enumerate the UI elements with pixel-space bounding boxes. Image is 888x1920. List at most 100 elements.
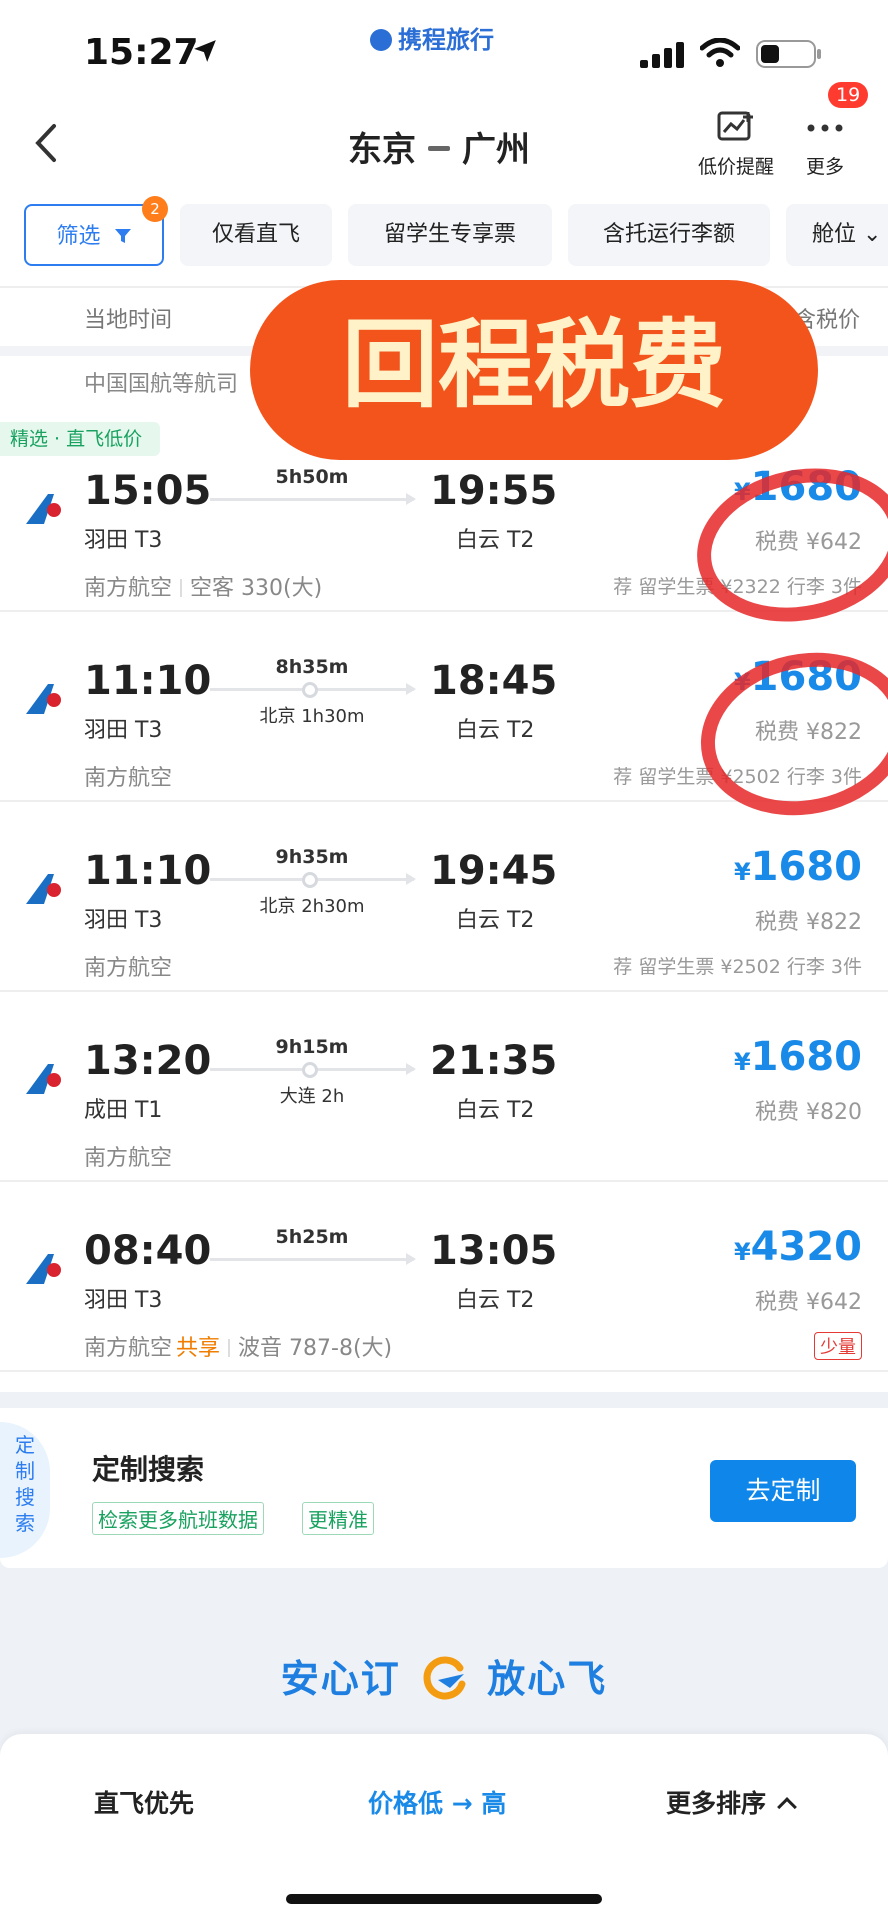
fare-price: ¥1680 <box>733 1034 862 1080</box>
more-button[interactable]: 更多 <box>790 110 860 179</box>
arrival-airport: 白云 T2 <box>456 718 535 743</box>
destination-city: 广州 <box>462 130 530 170</box>
departure-airport: 成田 T1 <box>84 1098 163 1123</box>
departure-time: 08:40 <box>84 1228 212 1274</box>
banner-text: 回程税费 <box>342 309 726 421</box>
flight-duration: 9h35m <box>275 846 349 868</box>
flight-duration: 5h50m <box>275 466 349 488</box>
home-indicator <box>286 1894 602 1904</box>
chip-direct-only[interactable]: 仅看直飞 <box>180 204 332 266</box>
battery-icon <box>756 40 821 68</box>
bottom-sort-bar: 直飞优先 价格低 → 高 更多排序 <box>0 1734 888 1920</box>
departure-airport: 羽田 T3 <box>84 908 163 933</box>
filter-count-badge: 2 <box>142 196 168 222</box>
stopover-info: 北京 2h30m <box>259 896 365 917</box>
custom-search-card: 定制搜索 定制搜索 检索更多航班数据 更精准 去定制 <box>0 1408 888 1568</box>
arrival-time: 18:45 <box>430 658 558 704</box>
departure-time: 11:10 <box>84 848 212 894</box>
arrival-time: 21:35 <box>430 1038 558 1084</box>
chevron-up-icon <box>777 1797 797 1817</box>
departure-airport: 羽田 T3 <box>84 528 163 553</box>
flight-duration: 5h25m <box>275 1226 349 1248</box>
back-chevron-icon[interactable] <box>28 120 64 166</box>
carrier-info: 南方航空 <box>84 1146 173 1171</box>
sort-direct-first[interactable]: 直飞优先 <box>94 1784 194 1820</box>
stopover-dot <box>302 682 318 698</box>
price-chart-icon <box>717 111 753 141</box>
departure-airport: 羽田 T3 <box>84 1288 163 1313</box>
tax-amount: 税费 ¥822 <box>755 910 862 935</box>
tax-amount: 税费 ¥820 <box>755 1100 862 1125</box>
fare-price: ¥4320 <box>733 1224 862 1270</box>
local-time-label[interactable]: 当地时间 <box>84 302 172 334</box>
funnel-icon <box>114 229 131 243</box>
price-alert-button[interactable]: 低价提醒 <box>688 110 784 179</box>
chip-checked-baggage[interactable]: 含托运行李额 <box>568 204 770 266</box>
arrival-airport: 白云 T2 <box>456 1288 535 1313</box>
route-header: 东京 广州 低价提醒 更多 <box>0 100 888 200</box>
filter-chips: 筛选 仅看直飞 留学生专享票 含托运行李额 舱位 ⌄ <box>0 204 888 270</box>
flight-duration: 9h15m <box>275 1036 349 1058</box>
student-fare-recommendation[interactable]: 荐 留学生票 ¥2502 行李 3件 <box>613 952 862 979</box>
aircraft-type: 波音 787-8(大) <box>238 1336 393 1361</box>
app-brand: 携程旅行 <box>370 20 494 55</box>
notification-badge: 19 <box>828 82 869 108</box>
arrival-time: 19:45 <box>430 848 558 894</box>
limited-seats-badge: 少量 <box>814 1332 862 1360</box>
route-title: 东京 广州 <box>348 122 530 171</box>
brand-logo-icon <box>370 29 392 51</box>
china-southern-logo-icon <box>26 1254 61 1284</box>
arrival-time: 13:05 <box>430 1228 558 1274</box>
china-southern-logo-icon <box>26 874 61 904</box>
location-arrow-icon <box>194 40 216 62</box>
flight-duration: 8h35m <box>275 656 349 678</box>
china-southern-logo-icon <box>26 1064 61 1094</box>
aircraft-type: 空客 330(大) <box>190 576 323 601</box>
route-line <box>210 1253 416 1265</box>
sort-price-low-high[interactable]: 价格低 → 高 <box>368 1784 506 1820</box>
picked-direct-tag: 精选 · 直飞低价 <box>0 422 161 456</box>
flight-row[interactable]: 13:20 成田 T1 9h15m 大连 2h 21:35 白云 T2 南方航空 ¥1680 税… <box>0 992 888 1182</box>
departure-time: 11:10 <box>84 658 212 704</box>
stopover-info: 大连 2h <box>279 1086 345 1107</box>
custom-search-title: 定制搜索 <box>92 1453 205 1486</box>
more-dots-icon <box>807 124 843 132</box>
departure-time: 15:05 <box>84 468 212 514</box>
arrival-airport: 白云 T2 <box>456 1098 535 1123</box>
departure-airport: 羽田 T3 <box>84 718 163 743</box>
return-tax-banner: 回程税费 <box>250 280 818 460</box>
stopover-dot <box>302 872 318 888</box>
cellular-signal-icon <box>640 42 684 68</box>
custom-tag: 更精准 <box>302 1502 374 1535</box>
sort-more[interactable]: 更多排序 <box>666 1784 797 1820</box>
status-bar: 15:27 携程旅行 <box>0 0 888 100</box>
origin-city: 东京 <box>348 130 416 170</box>
stopover-dot <box>302 1062 318 1078</box>
fare-price: ¥1680 <box>733 844 862 890</box>
ctrip-plane-logo-icon <box>423 1656 466 1700</box>
route-line <box>210 493 416 505</box>
tax-amount: 税费 ¥642 <box>755 1290 862 1315</box>
customize-button[interactable]: 去定制 <box>710 1460 856 1522</box>
codeshare-label: 共享 <box>176 1336 221 1361</box>
status-time: 15:27 <box>84 32 199 73</box>
departure-time: 13:20 <box>84 1038 212 1084</box>
arrival-time: 19:55 <box>430 468 558 514</box>
china-southern-logo-icon <box>26 684 61 714</box>
chevron-down-icon: ⌄ <box>863 222 882 247</box>
slogan: 安心订 放心飞 <box>0 1648 888 1703</box>
carrier-info: 南方航空 空客 330(大) <box>84 576 323 601</box>
carrier-info: 南方航空 <box>84 766 173 791</box>
flight-row[interactable]: 11:10 羽田 T3 9h35m 北京 2h30m 19:45 白云 T2 南方航空 ¥16… <box>0 802 888 992</box>
arrival-airport: 白云 T2 <box>456 528 535 553</box>
custom-search-tab[interactable]: 定制搜索 <box>0 1422 50 1558</box>
carrier-info: 南方航空 <box>84 956 173 981</box>
flight-row[interactable]: 08:40 羽田 T3 5h25m 13:05 白云 T2 南方航空 共享 波音 787-8(… <box>0 1182 888 1372</box>
china-southern-logo-icon <box>26 494 61 524</box>
carrier-info: 南方航空 共享 波音 787-8(大) <box>84 1336 393 1361</box>
chip-student-fare[interactable]: 留学生专享票 <box>348 204 552 266</box>
route-dash <box>428 146 450 151</box>
stopover-info: 北京 1h30m <box>259 706 365 727</box>
chip-cabin[interactable]: 舱位 ⌄ <box>786 204 888 266</box>
custom-tag: 检索更多航班数据 <box>92 1502 264 1535</box>
